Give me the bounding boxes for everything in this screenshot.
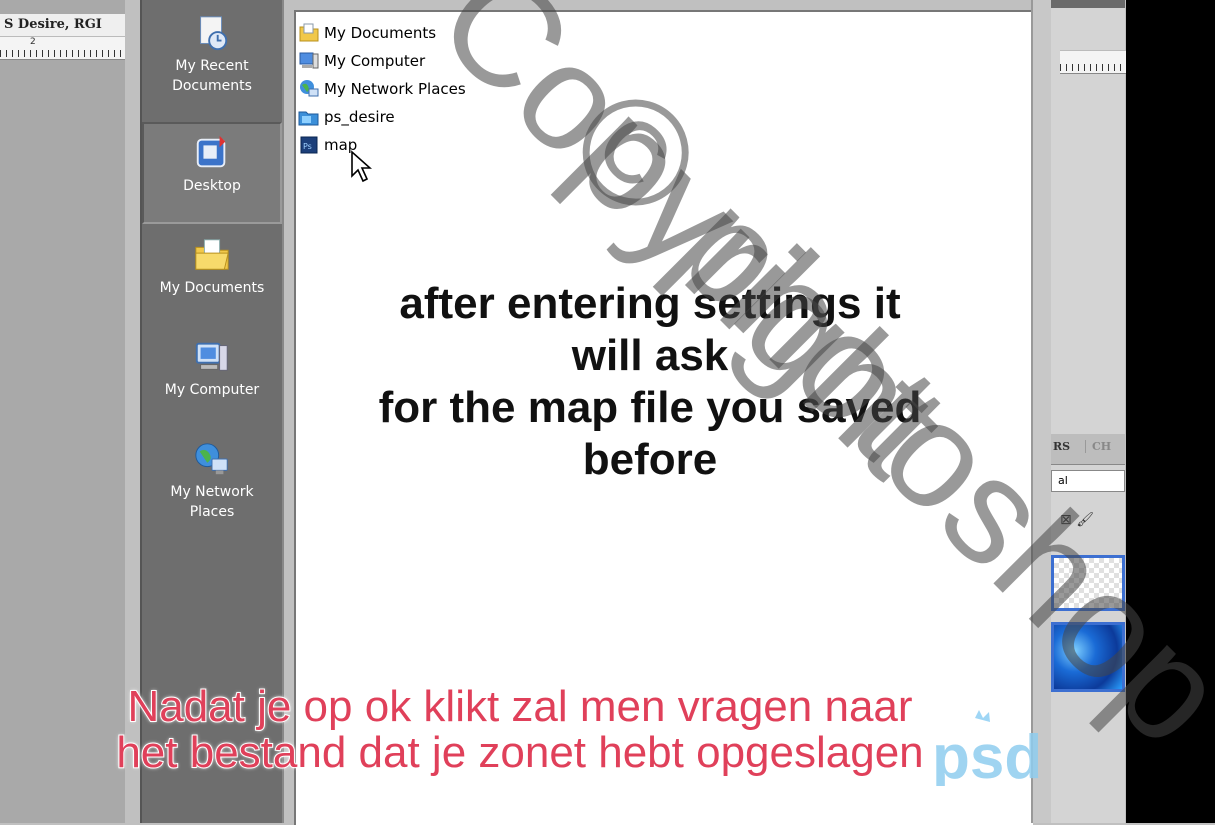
horizontal-ruler: 2 — [0, 36, 125, 60]
file-name: My Network Places — [324, 80, 466, 98]
ruler-ticks — [1060, 64, 1126, 71]
layers-panel-tabs: RS CH — [1051, 434, 1125, 465]
svg-text:Ps: Ps — [303, 142, 312, 151]
horizontal-ruler-right — [1060, 50, 1126, 74]
place-label-line: Places — [189, 504, 235, 520]
blend-mode-select[interactable]: al — [1051, 470, 1125, 492]
place-my-documents[interactable]: My Documents — [142, 236, 282, 298]
subtitle-line: Nadat je op ok klikt zal men vragen naar — [126, 682, 913, 731]
place-label-line: Desktop — [183, 178, 241, 194]
ps-folder-icon — [298, 111, 319, 126]
letterbox-bar — [1126, 0, 1215, 823]
my-network-places-icon — [195, 443, 228, 475]
psd-file-icon: Ps — [300, 136, 318, 154]
my-computer-icon — [195, 342, 228, 371]
document-title: S Desire, RGI — [0, 14, 125, 36]
layer-thumbnail-blue[interactable] — [1051, 622, 1125, 692]
place-label-line: Documents — [172, 78, 252, 94]
brush-icon[interactable]: 🖌 — [1076, 512, 1094, 528]
place-label-line: My Computer — [164, 382, 260, 398]
photoshop-panels — [1051, 0, 1125, 823]
place-label-line: My Documents — [159, 280, 265, 296]
file-item-map[interactable]: Ps map — [298, 132, 357, 158]
folder-icon — [299, 23, 319, 42]
mouse-cursor-icon — [351, 150, 372, 183]
svg-text:psd: psd — [932, 723, 1042, 786]
file-name: My Computer — [324, 52, 426, 70]
ruler-ticks — [0, 50, 125, 57]
recent-documents-icon — [200, 16, 228, 51]
instruction-line: for the map file you saved — [378, 383, 922, 432]
file-name: ps_desire — [324, 108, 395, 126]
file-item-my-network-places[interactable]: My Network Places — [298, 76, 466, 102]
place-my-network-places[interactable]: My Network Places — [142, 440, 282, 522]
psd-logo: psd — [932, 710, 1042, 786]
tab-layers[interactable]: RS — [1053, 440, 1070, 453]
place-label-line: My Recent — [175, 58, 249, 74]
layer-thumbnail-transparent[interactable] — [1051, 555, 1125, 611]
desktop-icon — [196, 135, 226, 168]
file-name: My Documents — [324, 24, 437, 42]
place-my-computer[interactable]: My Computer — [142, 338, 282, 400]
file-item-my-computer[interactable]: My Computer — [298, 48, 425, 74]
instruction-line: will ask — [571, 331, 729, 380]
instruction-line: before — [582, 435, 718, 484]
file-item-ps-desire[interactable]: ps_desire — [298, 104, 395, 130]
instruction-caption: after entering settings it will ask for … — [300, 278, 1000, 486]
dialog-right-frame — [1031, 0, 1053, 823]
place-label-line: My Network — [170, 484, 254, 500]
ruler-mark: 2 — [30, 37, 36, 47]
lock-controls: ⊠ 🖌 — [1060, 512, 1120, 532]
instruction-line: after entering settings it — [399, 279, 901, 328]
lock-pixels-icon[interactable]: ⊠ — [1060, 512, 1072, 528]
computer-icon — [299, 52, 319, 69]
file-item-my-documents[interactable]: My Documents — [298, 20, 436, 46]
subtitle-caption: Nadat je op ok klikt zal men vragen naar… — [40, 682, 1000, 777]
place-desktop[interactable]: Desktop — [142, 122, 282, 224]
tab-channels[interactable]: CH — [1085, 440, 1111, 453]
network-icon — [300, 80, 319, 97]
place-my-recent-documents[interactable]: My Recent Documents — [142, 14, 282, 96]
panel-top-strip — [1051, 0, 1125, 8]
subtitle-line: het bestand dat je zonet hebt opgeslagen — [115, 728, 924, 777]
my-documents-icon — [195, 239, 229, 270]
